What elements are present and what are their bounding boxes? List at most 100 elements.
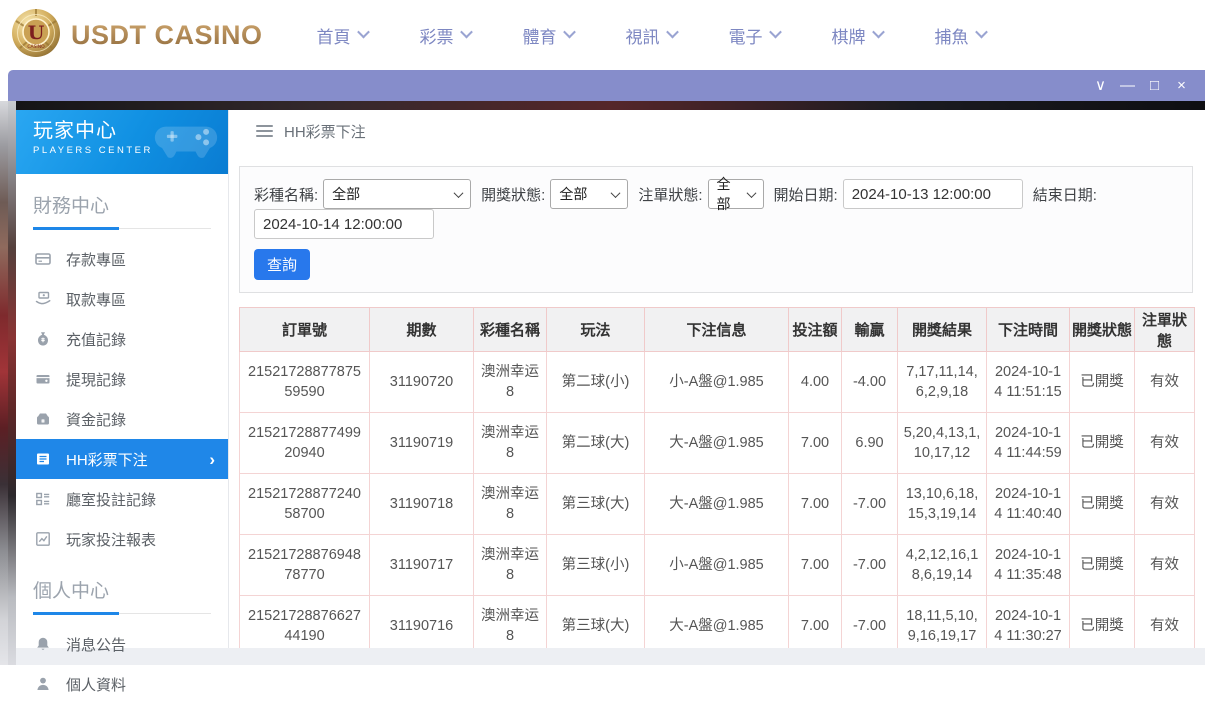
menu-item-label: 玩家投注報表	[66, 529, 156, 550]
sidebar-menu-item[interactable]: 廳室投註記錄 ›	[16, 479, 228, 519]
window-titlebar[interactable]: ∨ — □ ×	[8, 70, 1205, 101]
cell-order-no: 2152172887724058700	[240, 474, 370, 535]
nav-item-label: 電子	[729, 23, 763, 48]
cell-order-no: 2152172887787559590	[240, 352, 370, 413]
sidebar-menu-item[interactable]: 個人資料 ›	[16, 664, 228, 704]
end-date-label: 結束日期:	[1033, 184, 1097, 205]
nav-item[interactable]: 視訊	[600, 23, 703, 48]
column-header: 開獎結果	[898, 308, 987, 352]
sidebar-section-finance: 財務中心	[16, 174, 228, 229]
main-header: HH彩票下注	[229, 110, 1205, 152]
nav-item[interactable]: 體育	[497, 23, 600, 48]
cell-bet-info: 小-A盤@1.985	[645, 535, 789, 596]
select-value: 全部	[717, 174, 741, 214]
start-date-input[interactable]	[843, 179, 1023, 209]
person-icon	[35, 676, 51, 692]
cell-period: 31190719	[370, 413, 474, 474]
window-maximize-icon[interactable]: □	[1141, 70, 1168, 101]
sidebar-menu-item[interactable]: 玩家投注報表 ›	[16, 519, 228, 559]
cell-bet-time: 2024-10-14 11:51:15	[987, 352, 1070, 413]
cell-period: 31190720	[370, 352, 474, 413]
cell-order-no: 2152172887662744190	[240, 596, 370, 649]
menu-item-label: HH彩票下注	[66, 449, 148, 470]
cell-play-type: 第二球(大)	[547, 413, 645, 474]
lottery-select[interactable]: 全部	[323, 179, 471, 209]
cell-period: 31190716	[370, 596, 474, 649]
site-logo[interactable]: U CASINO USDT CASINO	[10, 7, 263, 64]
cell-draw-result: 18,11,5,10,9,16,19,17	[898, 596, 987, 649]
column-header: 期數	[370, 308, 474, 352]
cell-bet-info: 大-A盤@1.985	[645, 474, 789, 535]
nav-item[interactable]: 棋牌	[806, 23, 909, 48]
column-header: 玩法	[547, 308, 645, 352]
cell-play-type: 第三球(大)	[547, 596, 645, 649]
background-photo	[0, 101, 8, 665]
window-backdrop: 玩家中心 PLAYERS CENTER 財務中	[8, 101, 1205, 665]
draw-status-select[interactable]: 全部	[550, 179, 628, 209]
cell-draw-result: 4,2,12,16,18,6,19,14	[898, 535, 987, 596]
chevron-down-icon	[975, 26, 988, 39]
cell-draw-status: 已開獎	[1070, 535, 1135, 596]
cell-order-status: 有效	[1135, 535, 1195, 596]
cell-draw-status: 已開獎	[1070, 352, 1135, 413]
chevron-right-icon: ›	[209, 451, 215, 468]
select-value: 全部	[332, 184, 360, 204]
ticket-icon	[35, 451, 51, 467]
cell-draw-result: 5,20,4,13,1,10,17,12	[898, 413, 987, 474]
chevron-down-icon	[666, 26, 679, 39]
window-collapse-icon[interactable]: ∨	[1087, 70, 1114, 101]
page-title: HH彩票下注	[284, 121, 366, 142]
backdrop-top-strip	[16, 101, 1205, 110]
cell-play-type: 第二球(小)	[547, 352, 645, 413]
coin-logo-icon: U CASINO	[10, 7, 62, 64]
funds-icon	[35, 411, 51, 427]
window-minimize-icon[interactable]: —	[1114, 70, 1141, 101]
nav-item[interactable]: 首頁	[291, 23, 394, 48]
cell-bet-time: 2024-10-14 11:35:48	[987, 535, 1070, 596]
sidebar-menu-item[interactable]: 提現記錄 ›	[16, 359, 228, 399]
table-row: 2152172887694878770 31190717 澳洲幸运8 第三球(小…	[240, 535, 1195, 596]
table-row: 2152172887662744190 31190716 澳洲幸运8 第三球(大…	[240, 596, 1195, 649]
main-content: 彩種名稱: 全部 開獎狀態: 全部 注單狀態:	[229, 152, 1205, 648]
cell-lottery-name: 澳洲幸运8	[474, 596, 547, 649]
sidebar-menu-item[interactable]: 充值記錄 ›	[16, 319, 228, 359]
column-header: 輸贏	[842, 308, 898, 352]
menu-toggle-icon[interactable]	[256, 125, 273, 137]
cell-draw-result: 13,10,6,18,15,3,19,14	[898, 474, 987, 535]
menu-item-label: 廳室投註記錄	[66, 489, 156, 510]
sidebar-menu-item[interactable]: 資金記錄 ›	[16, 399, 228, 439]
chevron-down-icon	[357, 26, 370, 39]
cell-bet-amount: 7.00	[789, 474, 842, 535]
draw-status-label: 開獎狀態:	[481, 184, 545, 205]
sidebar-menu-item[interactable]: 存款專區 ›	[16, 239, 228, 279]
cell-lottery-name: 澳洲幸运8	[474, 535, 547, 596]
nav-item-label: 彩票	[420, 23, 454, 48]
order-status-label: 注單狀態:	[638, 184, 702, 205]
chevron-down-icon	[746, 188, 756, 198]
sidebar-menu-item[interactable]: HH彩票下注 ›	[16, 439, 228, 479]
cell-bet-info: 大-A盤@1.985	[645, 596, 789, 649]
order-status-select[interactable]: 全部	[708, 179, 764, 209]
backdrop-left-strip	[8, 101, 16, 665]
chevron-down-icon	[769, 26, 782, 39]
table-row: 2152172887787559590 31190720 澳洲幸运8 第二球(小…	[240, 352, 1195, 413]
withdraw-hand-icon	[35, 291, 51, 307]
sidebar-menu-item[interactable]: 取款專區 ›	[16, 279, 228, 319]
cell-win-loss: 6.90	[842, 413, 898, 474]
cell-play-type: 第三球(小)	[547, 535, 645, 596]
menu-item-label: 取款專區	[66, 289, 126, 310]
cell-order-no: 2152172887694878770	[240, 535, 370, 596]
nav-item[interactable]: 捕魚	[909, 23, 1012, 48]
window-close-icon[interactable]: ×	[1168, 70, 1195, 101]
nav-item[interactable]: 彩票	[394, 23, 497, 48]
end-date-input[interactable]	[254, 209, 434, 239]
sidebar-menu-item[interactable]: 消息公告 ›	[16, 624, 228, 664]
nav-item[interactable]: 電子	[703, 23, 806, 48]
moneybag-icon	[35, 331, 51, 347]
chevron-down-icon	[872, 26, 885, 39]
cell-draw-status: 已開獎	[1070, 474, 1135, 535]
gamepad-icon	[150, 118, 222, 167]
search-button[interactable]: 查詢	[254, 249, 310, 280]
deposit-card-icon	[35, 251, 51, 267]
section-title: 個人中心	[33, 576, 211, 614]
